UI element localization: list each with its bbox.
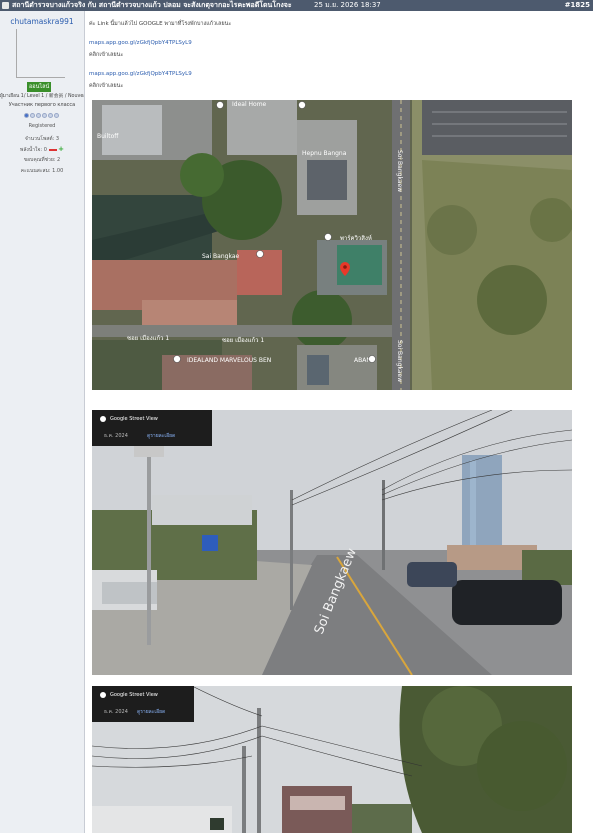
map-label: Soi Bangkaew — [396, 340, 403, 382]
online-badge: ออนไลน์ — [27, 82, 52, 92]
star-icon — [24, 113, 29, 118]
stat-posts: จำนวนโพสต์: 3 — [0, 135, 84, 143]
post-number-link[interactable]: #1825 — [565, 0, 590, 11]
post-header-bar: สถานีตำรวจบางแก้วจริง กับ สถานีตำรวจบางแ… — [0, 0, 593, 11]
avatar[interactable] — [16, 29, 65, 78]
stat-reputation: พลังน้ำใจ: 0 + — [0, 146, 84, 154]
star-icon — [30, 113, 35, 118]
stat-label: จำนวนโพสต์: — [24, 136, 55, 142]
street-view-badge[interactable]: Google Street View ธ.ค. 2024 ดูรายละเอีย… — [92, 686, 194, 722]
stat-value: 2 — [57, 157, 61, 163]
user-sidebar: chutamaskra991 ออนไลน์ ผู้มาเยือน 1/ Lev… — [0, 11, 85, 833]
stat-value: 0 — [43, 147, 47, 153]
google-street-view-icon — [100, 692, 106, 698]
star-icon — [42, 113, 47, 118]
post-icon — [2, 2, 9, 9]
street-view-image-2[interactable]: Google Street View ธ.ค. 2024 ดูรายละเอีย… — [92, 686, 572, 833]
plus-icon[interactable]: + — [58, 146, 64, 153]
map-label: Ideal Home — [232, 101, 267, 108]
map-label: ซอย เมืองแก้ว 1 — [222, 336, 264, 344]
post-date: 25 ม.ย. 2026 18:37 — [314, 1, 381, 9]
stat-label: คะแนนสะสม: — [20, 168, 51, 174]
link-caption-1: คลิกเข้าเลยนะ — [89, 52, 124, 58]
map-label: Sai Bangkae — [202, 253, 240, 260]
star-icon — [54, 113, 59, 118]
map-label: Soi Bangkaew — [396, 150, 403, 192]
stat-value: 1.00 — [52, 168, 64, 174]
map-label: IDEALAND MARVELOUS BEN — [187, 357, 271, 364]
street-view-date: ธ.ค. 2024 — [104, 433, 128, 439]
map-link-2[interactable]: maps.app.goo.gl/zGkfjQpbY4TPLSyL9 — [89, 71, 192, 77]
user-rank-secondary: Участник первого класса — [8, 102, 76, 108]
street-view-badge[interactable]: Google Street View ธ.ค. 2024 ดูรายละเอีย… — [92, 410, 212, 446]
map-label: Builtoff — [97, 133, 119, 140]
rank-stars — [24, 113, 59, 119]
street-view-date: ธ.ค. 2024 — [104, 709, 128, 715]
username-link[interactable]: chutamaskra991 — [0, 17, 84, 26]
user-status: Registered — [28, 123, 56, 129]
stat-points: คะแนนสะสม: 1.00 — [0, 167, 84, 175]
map-label: ซอย เมืองแก้ว 1 — [127, 334, 169, 342]
star-icon — [36, 113, 41, 118]
minus-icon[interactable] — [48, 148, 57, 151]
map-label: พาร์ควิวสิงห์ — [340, 234, 372, 242]
street-view-badge-label: Google Street View — [110, 416, 158, 422]
street-view-details-link[interactable]: ดูรายละเอียด — [147, 432, 175, 440]
post-title[interactable]: สถานีตำรวจบางแก้วจริง กับ สถานีตำรวจบางแ… — [12, 0, 292, 11]
street-view-image-1[interactable]: Soi Bangkaew Google Street View ธ.ค. 202… — [92, 410, 572, 675]
stat-label: ขอบคุณที่ช่วย: — [23, 157, 56, 163]
stat-thanks: ขอบคุณที่ช่วย: 2 — [0, 156, 84, 164]
post-intro-text: ค่ะ Link นี้มาแล้วไป GOOGLE พามาที่โรงพั… — [89, 21, 232, 27]
satellite-map-image[interactable]: Ideal Home Builtoff Hepnu Bangna พาร์ควิ… — [92, 100, 572, 390]
user-rank: ผู้มาเยือน 1/ Level 1 / 新会员 / Nouveau me… — [0, 94, 84, 99]
map-link-1[interactable]: maps.app.goo.gl/zGkfjQpbY4TPLSyL9 — [89, 40, 192, 46]
street-view-details-link[interactable]: ดูรายละเอียด — [137, 708, 165, 716]
link-caption-2: คลิกเข้าเลยนะ — [89, 83, 124, 89]
google-street-view-icon — [100, 416, 106, 422]
map-label: ABAN — [354, 357, 371, 364]
stat-value: 3 — [55, 136, 60, 142]
street-view-badge-label: Google Street View — [110, 692, 158, 698]
star-icon — [48, 113, 53, 118]
map-label: Hepnu Bangna — [302, 150, 347, 157]
stat-label: พลังน้ำใจ: — [20, 147, 43, 153]
